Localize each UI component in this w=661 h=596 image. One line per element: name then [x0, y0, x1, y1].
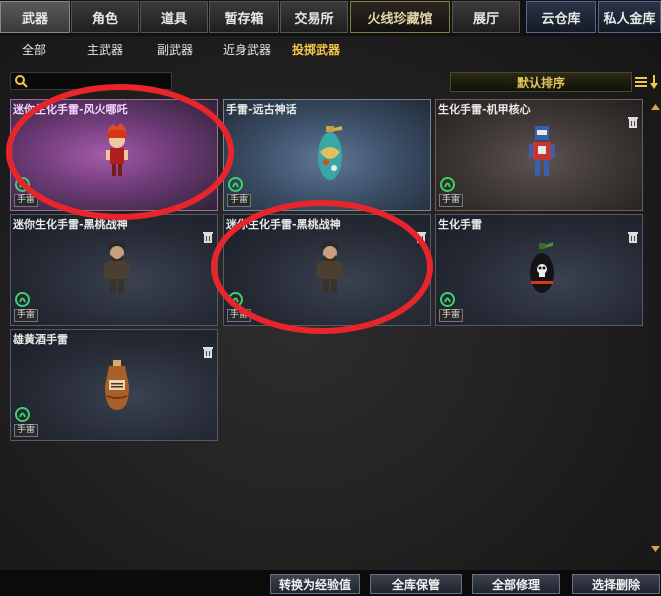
- item-name: 生化手雷-机甲核心: [438, 103, 531, 116]
- item-type-tag: 手雷: [14, 424, 39, 437]
- item-type-tag: 手雷: [439, 194, 464, 207]
- tab-cloud-storage[interactable]: 云仓库: [526, 1, 596, 33]
- tab-exhibition[interactable]: 展厅: [452, 1, 520, 33]
- item-type-tag: 手雷: [14, 309, 39, 322]
- item-type-tag: 手雷: [227, 194, 252, 207]
- store-all-button[interactable]: 全库保管: [370, 574, 462, 594]
- scroll-down-arrow-icon[interactable]: [650, 542, 661, 556]
- item-name: 迷你生化手雷-黑桃战神: [13, 218, 128, 231]
- list-sort-icon[interactable]: [634, 73, 648, 91]
- biochemical-badge-icon: [440, 177, 455, 192]
- item-name: 手雷-远古神话: [226, 103, 297, 116]
- item-type-tag: 手雷: [439, 309, 464, 322]
- item-name: 生化手雷: [438, 218, 482, 231]
- trash-icon[interactable]: [628, 231, 638, 243]
- robot-character-icon: [529, 126, 555, 176]
- item-type-tag: 手雷: [14, 194, 39, 207]
- tab-collection-hall[interactable]: 火线珍藏馆: [350, 1, 450, 33]
- biochemical-badge-icon: [228, 292, 243, 307]
- scroll-up-arrow-icon[interactable]: [650, 100, 661, 114]
- soldier-character-icon: [317, 241, 343, 293]
- scrollbar[interactable]: [650, 100, 661, 558]
- trash-icon[interactable]: [416, 231, 426, 243]
- select-delete-button[interactable]: 选择删除: [572, 574, 660, 594]
- item-card[interactable]: 生化手雷-机甲核心 手雷: [435, 99, 643, 211]
- item-name: 迷你生化手雷-风火哪吒: [13, 103, 128, 116]
- item-name: 雄黄酒手雷: [13, 333, 68, 346]
- item-card[interactable]: 雄黄酒手雷 手雷: [10, 329, 218, 441]
- biochemical-badge-icon: [440, 292, 455, 307]
- wine-jar-grenade-icon: [105, 360, 129, 410]
- tab-weapons[interactable]: 武器: [0, 1, 70, 33]
- trash-icon[interactable]: [628, 116, 638, 128]
- search-icon[interactable]: [14, 74, 28, 88]
- trash-icon[interactable]: [203, 346, 213, 358]
- top-tab-bar: 武器 角色 道具 暂存箱 交易所 火线珍藏馆 展厅 云仓库 私人金库: [0, 0, 661, 36]
- tab-private-vault[interactable]: 私人金库: [598, 1, 661, 33]
- item-card[interactable]: 手雷-远古神话 手雷: [223, 99, 431, 211]
- search-box: [10, 72, 172, 90]
- tab-items[interactable]: 道具: [140, 1, 208, 33]
- subtab-melee[interactable]: 近身武器: [223, 41, 271, 58]
- ornate-grenade-icon: [318, 126, 342, 180]
- tab-storage[interactable]: 暂存箱: [209, 1, 279, 33]
- trash-icon[interactable]: [203, 231, 213, 243]
- subtab-secondary[interactable]: 副武器: [157, 41, 193, 58]
- subtab-primary[interactable]: 主武器: [87, 41, 123, 58]
- item-card[interactable]: 迷你生化手雷-黑桃战神 手雷: [10, 214, 218, 326]
- item-name: 迷你生化手雷-黑桃战神: [226, 218, 341, 231]
- item-card[interactable]: 生化手雷 手雷: [435, 214, 643, 326]
- repair-all-button[interactable]: 全部修理: [472, 574, 560, 594]
- tab-characters[interactable]: 角色: [71, 1, 139, 33]
- subtab-throwables[interactable]: 投掷武器: [292, 41, 340, 58]
- biochemical-badge-icon: [15, 292, 30, 307]
- subtab-all[interactable]: 全部: [22, 41, 46, 58]
- search-input[interactable]: [29, 73, 169, 89]
- red-hair-character-icon: [106, 123, 128, 176]
- sub-tab-bar: 全部 主武器 副武器 近身武器 投掷武器: [0, 37, 661, 61]
- item-card[interactable]: 迷你生化手雷-风火哪吒 手雷: [10, 99, 218, 211]
- biochemical-badge-icon: [228, 177, 243, 192]
- sort-direction-icon[interactable]: [648, 73, 660, 91]
- tab-exchange[interactable]: 交易所: [280, 1, 348, 33]
- item-card[interactable]: 迷你生化手雷-黑桃战神 手雷: [223, 214, 431, 326]
- skull-grenade-icon: [530, 242, 554, 293]
- sort-dropdown[interactable]: 默认排序: [450, 72, 632, 92]
- biochemical-badge-icon: [15, 177, 30, 192]
- soldier-character-icon: [104, 241, 130, 293]
- item-type-tag: 手雷: [227, 309, 252, 322]
- convert-exp-button[interactable]: 转换为经验值: [270, 574, 360, 594]
- biochemical-badge-icon: [15, 407, 30, 422]
